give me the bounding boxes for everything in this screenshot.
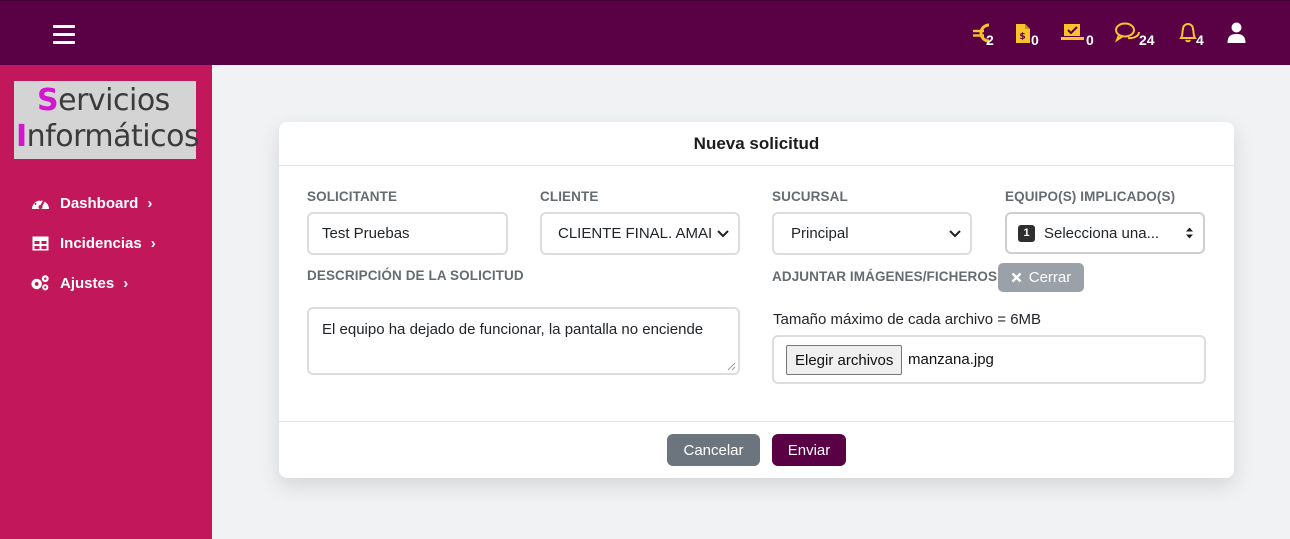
chevron-down-icon bbox=[949, 229, 961, 237]
adjuntar-label: ADJUNTAR IMÁGENES/FICHEROS bbox=[772, 269, 998, 284]
logo-line-2: Informáticos bbox=[16, 119, 200, 154]
close-icon bbox=[1011, 272, 1022, 283]
sidebar-item-label: Dashboard bbox=[60, 194, 139, 212]
submit-button[interactable]: Enviar bbox=[772, 434, 846, 466]
descripcion-textarea[interactable]: El equipo ha dejado de funcionar, la pan… bbox=[307, 307, 740, 375]
logo[interactable]: Servicios Informáticos bbox=[14, 81, 200, 159]
equipos-placeholder: Selecciona una... bbox=[1044, 224, 1160, 242]
sidebar-item-label: Incidencias bbox=[60, 234, 142, 252]
sort-arrows-icon bbox=[1186, 227, 1193, 239]
card-footer-divider bbox=[279, 421, 1234, 422]
invoice-count: 0 bbox=[1031, 32, 1039, 48]
equipos-label: EQUIPO(S) IMPLICADO(S) bbox=[1005, 189, 1176, 204]
selected-file-name: manzana.jpg bbox=[908, 351, 994, 368]
chat-icon[interactable]: 24 bbox=[1115, 19, 1159, 49]
cliente-select[interactable]: CLIENTE FINAL. AMAI bbox=[540, 212, 740, 255]
card-title: Nueva solicitud bbox=[279, 122, 1234, 166]
cliente-value: CLIENTE FINAL. AMAI bbox=[558, 225, 713, 242]
sucursal-value: Principal bbox=[791, 225, 849, 242]
invoice-icon[interactable]: $ 0 bbox=[1015, 19, 1041, 49]
chat-count: 24 bbox=[1139, 32, 1155, 48]
new-request-card: Nueva solicitud bbox=[279, 122, 1234, 478]
svg-text:$: $ bbox=[1019, 32, 1025, 42]
file-input[interactable]: Elegir archivos manzana.jpg bbox=[772, 335, 1206, 384]
logo-line-1: Servicios bbox=[37, 83, 170, 118]
choose-files-button[interactable]: Elegir archivos bbox=[786, 345, 903, 375]
menu-toggle-icon[interactable] bbox=[53, 25, 75, 45]
solicitante-input[interactable]: Test Pruebas bbox=[307, 212, 508, 255]
euro-count: 2 bbox=[986, 32, 994, 48]
sucursal-label: SUCURSAL bbox=[772, 189, 848, 204]
chevron-right-icon: › bbox=[147, 194, 153, 212]
descripcion-value: El equipo ha dejado de funcionar, la pan… bbox=[322, 321, 704, 338]
bell-icon[interactable]: 4 bbox=[1178, 19, 1206, 49]
resize-handle-icon[interactable] bbox=[727, 362, 736, 371]
chevron-right-icon: › bbox=[123, 274, 129, 292]
sidebar-item-dashboard[interactable]: Dashboard › bbox=[30, 191, 152, 215]
table-icon bbox=[30, 233, 50, 253]
top-navbar: 2 $ 0 0 24 4 bbox=[0, 0, 1290, 65]
bell-count: 4 bbox=[1196, 32, 1204, 48]
max-size-text: Tamaño máximo de cada archivo = 6MB bbox=[773, 311, 1042, 328]
descripcion-label: DESCRIPCIÓN DE LA SOLICITUD bbox=[307, 268, 524, 283]
sidebar-item-incidencias[interactable]: Incidencias › bbox=[30, 231, 156, 255]
close-label: Cerrar bbox=[1028, 269, 1072, 286]
approved-count: 0 bbox=[1086, 32, 1094, 48]
approved-icon[interactable]: 0 bbox=[1061, 19, 1095, 49]
gauge-icon bbox=[30, 193, 50, 213]
sidebar: Servicios Informáticos Dashboard › Incid… bbox=[0, 65, 212, 539]
selected-count-badge: 1 bbox=[1018, 224, 1035, 242]
solicitante-label: SOLICITANTE bbox=[307, 189, 398, 204]
euro-icon[interactable]: 2 bbox=[972, 19, 998, 49]
sucursal-select[interactable]: Principal bbox=[772, 212, 972, 255]
user-icon[interactable] bbox=[1227, 19, 1247, 49]
gears-icon bbox=[30, 273, 50, 293]
close-attachments-button[interactable]: Cerrar bbox=[998, 263, 1084, 292]
chevron-down-icon bbox=[717, 229, 729, 237]
chevron-right-icon: › bbox=[150, 234, 156, 252]
cancel-button[interactable]: Cancelar bbox=[667, 434, 760, 466]
cliente-label: CLIENTE bbox=[540, 189, 599, 204]
sidebar-item-ajustes[interactable]: Ajustes › bbox=[30, 271, 128, 295]
equipos-select[interactable]: 1 Selecciona una... bbox=[1005, 212, 1205, 254]
solicitante-value: Test Pruebas bbox=[322, 225, 410, 242]
sidebar-item-label: Ajustes bbox=[60, 274, 115, 292]
